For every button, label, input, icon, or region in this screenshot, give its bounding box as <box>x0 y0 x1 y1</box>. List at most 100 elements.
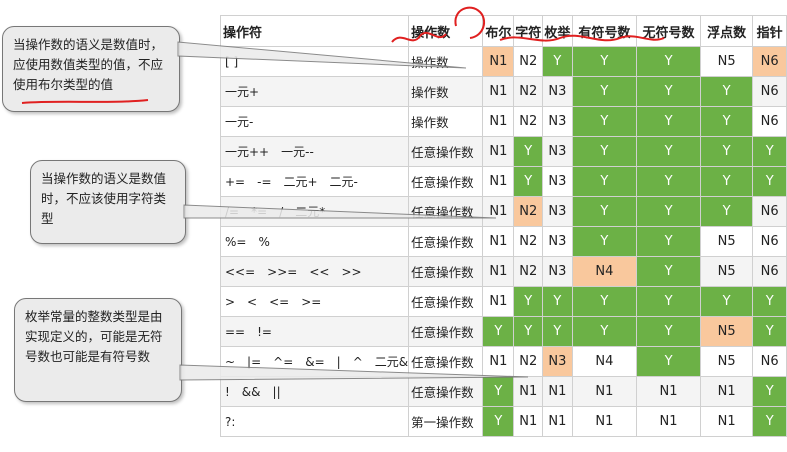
header-operand: 操作数 <box>408 15 484 47</box>
table-row: == != 任意操作数 Y Y Y Y Y N5 Y <box>219 316 787 347</box>
type-cell: N1 <box>699 376 754 407</box>
operator-cell: 一元+ <box>219 76 410 107</box>
type-cell: Y <box>699 286 754 317</box>
type-cell: Y <box>513 316 544 347</box>
operator-cell: > < <= >= <box>219 286 410 317</box>
operator-cell: /= *= / 二元* <box>219 196 410 227</box>
operand-kind-cell: 操作数 <box>408 106 484 137</box>
type-cell: N6 <box>752 256 787 287</box>
callout-char-note: 当操作数的语义是数值时，不应该使用字符类型 <box>30 160 186 244</box>
type-cell: Y <box>752 406 787 437</box>
type-cell: Y <box>571 136 638 167</box>
type-cell: N6 <box>752 106 787 137</box>
type-cell: Y <box>699 106 754 137</box>
table-row: <<= >>= << >> 任意操作数 N1 N2 N3 N4 Y N5 N6 <box>219 256 787 287</box>
type-cell: Y <box>699 166 754 197</box>
callout-bool-note: 当操作数的语义是数值时，应使用数值类型的值，不应使用布尔类型的值 <box>2 26 180 112</box>
operand-kind-cell: 任意操作数 <box>408 286 484 317</box>
type-cell: N1 <box>513 376 544 407</box>
type-cell: N2 <box>513 76 544 107</box>
table-row: [ ] 操作数 N1 N2 Y Y Y N5 N6 <box>219 46 787 77</box>
header-row: 操作符 操作数 布尔 字符 枚举 有符号数 无符号数 浮点数 指针 <box>219 15 787 47</box>
header-pointer: 指针 <box>752 15 787 47</box>
table-row: %= % 任意操作数 N1 N2 N3 Y Y N5 N6 <box>219 226 787 257</box>
type-cell: N6 <box>752 346 787 377</box>
type-cell: Y <box>542 46 573 77</box>
type-cell: Y <box>636 316 701 347</box>
type-cell: N1 <box>513 406 544 437</box>
type-cell: N1 <box>482 346 515 377</box>
table-row: 一元+ 操作数 N1 N2 N3 Y Y Y N6 <box>219 76 787 107</box>
table-row: /= *= / 二元* 任意操作数 N1 N2 N3 Y Y Y N6 <box>219 196 787 227</box>
header-operator: 操作符 <box>219 15 410 47</box>
type-cell: Y <box>699 136 754 167</box>
operator-type-table: 操作符 操作数 布尔 字符 枚举 有符号数 无符号数 浮点数 指针 [ ] 操作数… <box>219 15 787 437</box>
type-cell: N1 <box>542 376 573 407</box>
type-cell: Y <box>571 166 638 197</box>
header-unsigned: 无符号数 <box>636 15 701 47</box>
operand-kind-cell: 第一操作数 <box>408 406 484 437</box>
type-cell: N2 <box>513 46 544 77</box>
type-cell: Y <box>571 76 638 107</box>
operator-cell: <<= >>= << >> <box>219 256 410 287</box>
type-cell: Y <box>571 46 638 77</box>
type-cell: N2 <box>513 196 544 227</box>
type-cell: N3 <box>542 256 573 287</box>
type-cell: N1 <box>482 256 515 287</box>
type-cell: Y <box>482 406 515 437</box>
type-cell: Y <box>636 196 701 227</box>
header-char: 字符 <box>513 15 544 47</box>
type-cell: N6 <box>752 196 787 227</box>
type-cell: Y <box>571 106 638 137</box>
table-row: 一元- 操作数 N1 N2 N3 Y Y Y N6 <box>219 106 787 137</box>
type-cell: N5 <box>699 346 754 377</box>
callout-enum-note: 枚举常量的整数类型是由实现定义的，可能是无符号数也可能是有符号数 <box>14 298 182 402</box>
table-row: ?: 第一操作数 Y N1 N1 N1 N1 N1 Y <box>219 406 787 437</box>
type-cell: Y <box>482 376 515 407</box>
table-row: > < <= >= 任意操作数 N1 Y Y Y Y Y Y <box>219 286 787 317</box>
type-cell: N1 <box>571 406 638 437</box>
operand-kind-cell: 任意操作数 <box>408 256 484 287</box>
type-cell: N5 <box>699 46 754 77</box>
operand-kind-cell: 任意操作数 <box>408 166 484 197</box>
operand-kind-cell: 任意操作数 <box>408 376 484 407</box>
type-cell: N1 <box>482 226 515 257</box>
type-cell: N6 <box>752 76 787 107</box>
operand-kind-cell: 任意操作数 <box>408 136 484 167</box>
type-cell: Y <box>699 76 754 107</box>
type-cell: Y <box>571 196 638 227</box>
type-cell: Y <box>636 286 701 317</box>
type-cell: N5 <box>699 256 754 287</box>
type-cell: N2 <box>513 106 544 137</box>
type-cell: N4 <box>571 346 638 377</box>
type-cell: N1 <box>482 166 515 197</box>
operand-kind-cell: 任意操作数 <box>408 226 484 257</box>
type-cell: N4 <box>571 256 638 287</box>
type-cell: Y <box>513 286 544 317</box>
type-cell: N1 <box>636 406 701 437</box>
type-cell: N1 <box>571 376 638 407</box>
type-cell: N5 <box>699 226 754 257</box>
type-cell: Y <box>636 166 701 197</box>
type-cell: N3 <box>542 226 573 257</box>
type-cell: N2 <box>513 346 544 377</box>
type-cell: N3 <box>542 136 573 167</box>
table-row: 一元++ 一元-- 任意操作数 N1 Y N3 Y Y Y Y <box>219 136 787 167</box>
header-enum: 枚举 <box>542 15 573 47</box>
operand-kind-cell: 操作数 <box>408 46 484 77</box>
type-cell: N1 <box>482 196 515 227</box>
operand-kind-cell: 任意操作数 <box>408 316 484 347</box>
type-cell: N3 <box>542 196 573 227</box>
type-cell: N1 <box>482 76 515 107</box>
type-cell: Y <box>699 196 754 227</box>
operator-cell: 一元++ 一元-- <box>219 136 410 167</box>
type-cell: Y <box>752 376 787 407</box>
operator-cell: %= % <box>219 226 410 257</box>
type-cell: Y <box>482 316 515 347</box>
type-cell: N3 <box>542 106 573 137</box>
type-cell: Y <box>571 316 638 347</box>
type-cell: N6 <box>752 226 787 257</box>
type-cell: N3 <box>542 346 573 377</box>
operand-kind-cell: 任意操作数 <box>408 346 484 377</box>
type-cell: Y <box>542 316 573 347</box>
